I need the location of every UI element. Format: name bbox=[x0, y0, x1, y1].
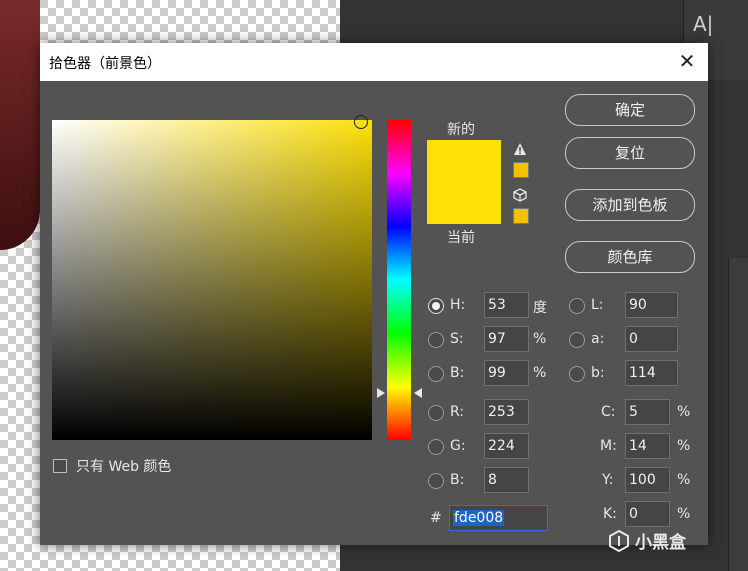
current-color-label: 当前 bbox=[447, 230, 475, 246]
color-field-cursor[interactable] bbox=[354, 115, 368, 129]
web-colors-only-checkbox[interactable] bbox=[53, 459, 67, 473]
red-input[interactable]: 253 bbox=[484, 399, 529, 425]
black-input[interactable]: 0 bbox=[625, 501, 670, 527]
color-libraries-button[interactable]: 颜色库 bbox=[565, 241, 695, 273]
brightness-label: B: bbox=[450, 365, 465, 381]
hue-slider-handle-left[interactable] bbox=[377, 388, 385, 398]
saturation-radio[interactable] bbox=[428, 332, 444, 348]
current-color-swatch[interactable] bbox=[427, 182, 501, 224]
green-input[interactable]: 224 bbox=[484, 433, 529, 459]
red-label: R: bbox=[450, 404, 465, 420]
black-label: K: bbox=[603, 506, 617, 522]
saturation-input[interactable]: 97 bbox=[484, 326, 529, 352]
lab-a-label: a: bbox=[591, 331, 605, 347]
new-color-swatch bbox=[427, 140, 501, 182]
hue-slider[interactable] bbox=[387, 120, 411, 440]
canvas-artwork bbox=[0, 0, 40, 250]
lab-l-radio[interactable] bbox=[569, 298, 585, 314]
blue-radio[interactable] bbox=[428, 473, 444, 489]
web-colors-only-label: 只有 Web 颜色 bbox=[76, 459, 172, 475]
add-to-swatches-button[interactable]: 添加到色板 bbox=[565, 189, 695, 221]
hue-slider-handle-right[interactable] bbox=[414, 388, 422, 398]
lab-l-input[interactable]: 90 bbox=[625, 292, 678, 318]
hex-value: fde008 bbox=[453, 510, 505, 526]
lab-b-input[interactable]: 114 bbox=[625, 360, 678, 386]
new-color-label: 新的 bbox=[447, 122, 475, 138]
yellow-unit: % bbox=[677, 472, 691, 488]
brightness-input[interactable]: 99 bbox=[484, 360, 529, 386]
xiaoheihe-logo-icon bbox=[609, 530, 629, 552]
hue-unit: 度 bbox=[533, 300, 547, 316]
lab-a-input[interactable]: 0 bbox=[625, 326, 678, 352]
brightness-radio[interactable] bbox=[428, 366, 444, 382]
hue-radio[interactable] bbox=[428, 298, 444, 314]
lab-b-label: b: bbox=[591, 365, 605, 381]
text-tool-icon[interactable]: A| bbox=[693, 12, 713, 36]
saturation-brightness-field[interactable] bbox=[52, 120, 372, 440]
hue-input[interactable]: 53 bbox=[484, 292, 529, 318]
brightness-unit: % bbox=[533, 365, 547, 381]
cyan-input[interactable]: 5 bbox=[625, 399, 670, 425]
hex-input[interactable]: fde008 bbox=[449, 505, 548, 531]
gamut-warning-icon[interactable] bbox=[513, 142, 527, 156]
side-panel bbox=[728, 258, 748, 571]
magenta-unit: % bbox=[677, 438, 691, 454]
green-label: G: bbox=[450, 438, 466, 454]
watermark-text: 小黑盒 bbox=[635, 533, 686, 553]
dialog-title: 拾色器（前景色） bbox=[49, 56, 161, 72]
blue-label: B: bbox=[450, 472, 465, 488]
hue-label: H: bbox=[450, 297, 466, 313]
lab-b-radio[interactable] bbox=[569, 366, 585, 382]
red-radio[interactable] bbox=[428, 405, 444, 421]
blue-input[interactable]: 8 bbox=[484, 467, 529, 493]
web-safe-cube-icon[interactable] bbox=[513, 188, 527, 202]
green-radio[interactable] bbox=[428, 439, 444, 455]
color-picker-dialog: 拾色器（前景色） ✕ 只有 Web 颜色 新的 当前 确定 复位 添加到色板 颜… bbox=[40, 43, 708, 545]
ok-button[interactable]: 确定 bbox=[565, 94, 695, 126]
cyan-unit: % bbox=[677, 404, 691, 420]
yellow-label: Y: bbox=[602, 472, 614, 488]
lab-a-radio[interactable] bbox=[569, 332, 585, 348]
saturation-label: S: bbox=[450, 331, 464, 347]
lab-l-label: L: bbox=[591, 297, 604, 313]
reset-button[interactable]: 复位 bbox=[565, 137, 695, 169]
close-icon[interactable]: ✕ bbox=[676, 50, 698, 72]
black-unit: % bbox=[677, 506, 691, 522]
magenta-input[interactable]: 14 bbox=[625, 433, 670, 459]
yellow-input[interactable]: 100 bbox=[625, 467, 670, 493]
gamut-warning-swatch[interactable] bbox=[513, 162, 529, 178]
dialog-titlebar: 拾色器（前景色） ✕ bbox=[40, 43, 708, 81]
magenta-label: M: bbox=[600, 438, 617, 454]
saturation-unit: % bbox=[533, 331, 547, 347]
web-safe-swatch[interactable] bbox=[513, 208, 529, 224]
cyan-label: C: bbox=[601, 404, 616, 420]
hex-label: # bbox=[430, 510, 442, 526]
